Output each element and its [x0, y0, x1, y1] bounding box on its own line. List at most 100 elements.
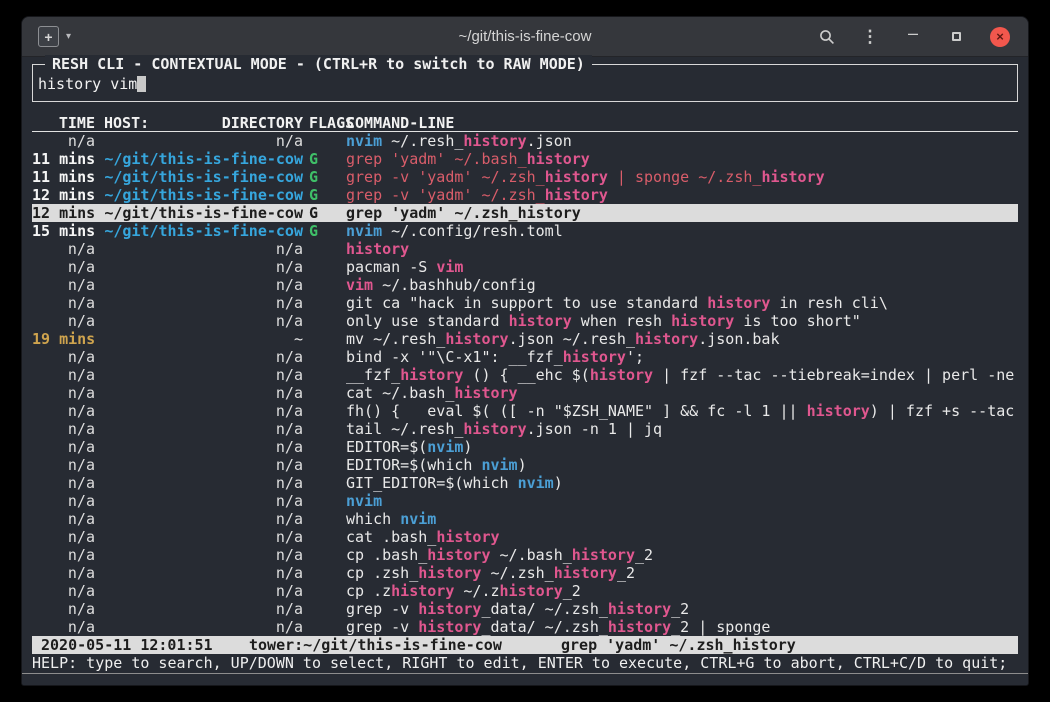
- row-directory: n/a: [104, 402, 303, 420]
- row-time: n/a: [32, 366, 95, 384]
- command-segment: grep -v: [346, 618, 418, 636]
- row-directory: n/a: [104, 474, 303, 492]
- command-segment: grep -v: [346, 600, 418, 618]
- row-time: n/a: [32, 348, 95, 366]
- row-time: 12 mins: [32, 204, 95, 222]
- command-segment: history: [590, 366, 653, 384]
- command-segment: ): [554, 474, 563, 492]
- command-segment: history: [445, 330, 508, 348]
- history-row[interactable]: n/an/acat .bash_history: [32, 528, 1018, 546]
- command-segment: nvim: [346, 132, 382, 150]
- row-command: which nvim: [346, 510, 436, 528]
- command-segment: nvim: [481, 456, 517, 474]
- row-directory: n/a: [104, 492, 303, 510]
- history-row[interactable]: n/an/acp .bash_history ~/.bash_history_2: [32, 546, 1018, 564]
- row-time: n/a: [32, 438, 95, 456]
- history-row[interactable]: 19 mins~mv ~/.resh_history.json ~/.resh_…: [32, 330, 1018, 348]
- row-command: pacman -S vim: [346, 258, 463, 276]
- row-directory: ~: [104, 330, 303, 348]
- header-directory: DIRECTORY: [104, 114, 303, 132]
- command-segment: history: [707, 294, 770, 312]
- history-row[interactable]: n/an/aGIT_EDITOR=$(which nvim): [32, 474, 1018, 492]
- history-row[interactable]: 11 mins~/git/this-is-fine-cowGgrep 'yadm…: [32, 150, 1018, 168]
- titlebar-right-controls: ⋮ – ×: [818, 27, 1028, 47]
- command-segment: | fzf --tac --tiebreak=index | perl -ne: [653, 366, 1014, 384]
- history-row[interactable]: n/an/acp .zhistory ~/.zhistory_2: [32, 582, 1018, 600]
- history-row[interactable]: 12 mins~/git/this-is-fine-cowGgrep -v 'y…: [32, 186, 1018, 204]
- command-segment: only use standard: [346, 312, 509, 330]
- history-row[interactable]: n/an/agrep -v history_data/ ~/.zsh_histo…: [32, 600, 1018, 618]
- history-row[interactable]: n/an/anvim ~/.resh_history.json: [32, 132, 1018, 150]
- minimize-button[interactable]: –: [904, 28, 922, 46]
- history-row[interactable]: n/an/atail ~/.resh_history.json -n 1 | j…: [32, 420, 1018, 438]
- command-segment: GIT_EDITOR=$(which: [346, 474, 518, 492]
- history-row[interactable]: n/an/afh() { eval $( ([ -n "$ZSH_NAME" ]…: [32, 402, 1018, 420]
- row-time: n/a: [32, 384, 95, 402]
- resh-mode-title: RESH CLI - CONTEXTUAL MODE - (CTRL+R to …: [45, 55, 592, 73]
- chevron-down-icon[interactable]: ▾: [66, 31, 71, 42]
- command-segment: ~/.bash_: [491, 546, 572, 564]
- new-tab-button[interactable]: +: [38, 26, 59, 47]
- close-button[interactable]: ×: [990, 27, 1010, 47]
- row-time: n/a: [32, 402, 95, 420]
- history-row[interactable]: n/a n/a __fzf_history () { __ehc $(history…: [32, 366, 1018, 384]
- history-row-selected[interactable]: 12 mins~/git/this-is-fine-cowGgrep 'yadm…: [32, 204, 1018, 222]
- row-directory: ~/git/this-is-fine-cow: [104, 186, 303, 204]
- history-row[interactable]: 11 mins~/git/this-is-fine-cowGgrep -v 'y…: [32, 168, 1018, 186]
- history-row[interactable]: n/an/avim ~/.bashhub/config: [32, 276, 1018, 294]
- status-datetime: 2020-05-11 12:01:51: [41, 636, 213, 654]
- row-flags: G: [309, 168, 318, 186]
- command-segment: EDITOR=$(which: [346, 456, 481, 474]
- command-segment: () { __ehc $(: [463, 366, 589, 384]
- command-segment: tail ~/.resh_: [346, 420, 463, 438]
- history-row[interactable]: n/an/acp .zsh_history ~/.zsh_history_2: [32, 564, 1018, 582]
- row-command: __fzf_history () { __ehc $(history | fzf…: [346, 366, 1014, 384]
- row-command: grep -v history_data/ ~/.zsh_history_2: [346, 600, 689, 618]
- history-row[interactable]: n/an/apacman -S vim: [32, 258, 1018, 276]
- row-command: EDITOR=$(which nvim): [346, 456, 527, 474]
- history-row[interactable]: 15 mins~/git/this-is-fine-cowGnvim ~/.co…: [32, 222, 1018, 240]
- row-directory: ~/git/this-is-fine-cow: [104, 168, 303, 186]
- row-directory: ~/git/this-is-fine-cow: [104, 222, 303, 240]
- row-command: vim ~/.bashhub/config: [346, 276, 536, 294]
- history-row[interactable]: n/an/agrep -v history_data/ ~/.zsh_histo…: [32, 618, 1018, 636]
- row-flags: G: [309, 186, 318, 204]
- row-command: cp .bash_history ~/.bash_history_2: [346, 546, 653, 564]
- command-segment: history: [427, 546, 490, 564]
- command-segment: when resh: [572, 312, 671, 330]
- history-row[interactable]: n/an/anvim: [32, 492, 1018, 510]
- row-time: n/a: [32, 510, 95, 528]
- history-row[interactable]: n/an/agit ca "hack in support to use sta…: [32, 294, 1018, 312]
- row-directory: ~/git/this-is-fine-cow: [104, 204, 303, 222]
- history-row[interactable]: n/an/aEDITOR=$(which nvim): [32, 456, 1018, 474]
- command-segment: ~/.bashhub/config: [373, 276, 536, 294]
- command-segment: history: [563, 348, 626, 366]
- command-segment: pacman -S: [346, 258, 436, 276]
- row-time: n/a: [32, 582, 95, 600]
- row-command: bind -x '"\C-x1": __fzf_history';: [346, 348, 644, 366]
- history-row[interactable]: n/an/ahistory: [32, 240, 1018, 258]
- history-row[interactable]: n/an/awhich nvim: [32, 510, 1018, 528]
- row-directory: n/a: [104, 258, 303, 276]
- row-directory: n/a: [104, 366, 303, 384]
- history-row[interactable]: n/an/aonly use standard history when res…: [32, 312, 1018, 330]
- window-title: ~/git/this-is-fine-cow: [459, 28, 592, 45]
- row-command: grep -v history_data/ ~/.zsh_history_2 |…: [346, 618, 770, 636]
- history-row[interactable]: n/an/acat ~/.bash_history: [32, 384, 1018, 402]
- command-segment: _2: [635, 546, 653, 564]
- titlebar[interactable]: + ▾ ~/git/this-is-fine-cow ⋮ – ×: [22, 17, 1028, 57]
- command-segment: grep 'yadm' ~/.zsh_history: [346, 204, 581, 222]
- search-icon[interactable]: [818, 28, 836, 46]
- command-segment: cat ~/.bash_: [346, 384, 454, 402]
- history-row[interactable]: n/an/aEDITOR=$(nvim): [32, 438, 1018, 456]
- restore-button[interactable]: [947, 28, 965, 46]
- row-flags: G: [309, 222, 318, 240]
- command-segment: history: [545, 168, 608, 186]
- history-row[interactable]: n/an/abind -x '"\C-x1": __fzf_history';: [32, 348, 1018, 366]
- command-segment: cp .zsh_: [346, 564, 418, 582]
- row-directory: ~/git/this-is-fine-cow: [104, 150, 303, 168]
- menu-kebab-icon[interactable]: ⋮: [861, 28, 879, 46]
- command-segment: in resh cli\: [770, 294, 887, 312]
- row-command: only use standard history when resh hist…: [346, 312, 861, 330]
- command-segment: ';: [626, 348, 644, 366]
